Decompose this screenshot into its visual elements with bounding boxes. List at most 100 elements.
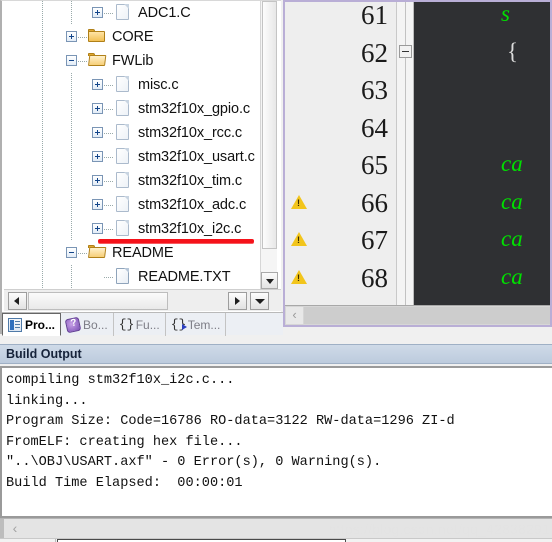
tree-item-readme[interactable]: README [4,241,262,265]
project-icon [8,317,22,332]
code-line: ca [501,151,523,176]
tree-item-label: stm32f10x_i2c.c [138,221,242,237]
tree-guide-line [71,193,72,217]
tree-guide-line [104,181,114,182]
tree-item-stm32f10x-gpio-c[interactable]: stm32f10x_gpio.c [4,97,262,121]
line-number: 65 [361,150,388,180]
tree-item-misc-c[interactable]: misc.c [4,73,262,97]
tree-guide-line [71,97,72,121]
fold-collapse-icon[interactable] [399,44,412,58]
tree-item-label: ADC1.C [138,5,191,21]
project-tree-vertical-scrollbar[interactable] [260,1,278,289]
chevron-down-icon[interactable] [250,292,269,310]
project-tree-horizontal-scrollbar[interactable] [4,289,281,311]
folder-open-icon [88,245,107,259]
scroll-left-arrow-icon[interactable] [8,292,27,310]
line-number: 63 [361,75,388,105]
panel-tab-tem[interactable]: {} Tem... [166,313,227,336]
project-panel: ADC1.C CORE FWLib misc.c stm32f10x_gpio.c stm… [0,0,283,336]
tree-item-stm32f10x-rcc-c[interactable]: stm32f10x_rcc.c [4,121,262,145]
build-output-body[interactable]: compiling stm32f10x_i2c.c... linking... Pr… [0,366,552,518]
horizontal-scroll-thumb[interactable] [28,292,168,310]
editor-content[interactable]: 6162636465666768697071 s{cacacacacacaca [285,2,550,305]
panel-tab-label: Bo... [83,317,108,332]
tree-item-label: stm32f10x_adc.c [138,197,247,213]
build-output-horizontal-scrollbar[interactable]: ‹ [0,518,552,538]
file-icon [116,148,129,164]
project-tree[interactable]: ADC1.C CORE FWLib misc.c stm32f10x_gpio.c stm… [4,1,262,289]
scrollbar-rail [0,519,4,538]
panel-tab-fu[interactable]: {} Fu... [114,313,166,336]
panel-tab-pro[interactable]: Pro... [2,313,62,336]
expand-icon[interactable] [92,223,103,234]
editor-fold-strip[interactable] [397,2,414,305]
tree-guide-line [104,277,114,278]
tree-item-fwlib[interactable]: FWLib [4,49,262,73]
expand-icon[interactable] [92,199,103,210]
tree-guide-line [71,73,72,97]
project-panel-tabs[interactable]: Pro... Bo... {}Fu...{}Tem... [2,312,283,336]
tree-item-readme-txt[interactable]: README.TXT [4,265,262,289]
warning-icon[interactable] [291,232,307,246]
tree-guide-line [71,265,72,289]
tree-guide-line [104,133,114,134]
editor-gutter: 6162636465666768697071 [285,2,397,305]
tree-guide-line [104,157,114,158]
expand-icon[interactable] [92,151,103,162]
tree-guide-line [42,49,43,73]
template-icon: {} [170,316,187,332]
expand-icon[interactable] [66,31,77,42]
file-icon [116,268,129,284]
vertical-scroll-thumb[interactable] [262,1,277,249]
tree-item-core[interactable]: CORE [4,25,262,49]
line-number: 68 [361,262,388,293]
expand-icon[interactable] [92,175,103,186]
editor-horizontal-scrollbar[interactable]: ‹ [285,305,550,325]
code-line: ca [501,188,523,214]
warning-icon[interactable] [291,269,307,284]
expand-icon[interactable] [92,7,103,18]
build-output-line: FromELF: creating hex file... [6,434,243,450]
file-icon [116,76,129,92]
expand-icon[interactable] [92,103,103,114]
tree-item-label: FWLib [112,53,154,69]
build-scroll-left-icon[interactable]: ‹ [8,521,22,536]
tree-guide-line [104,205,114,206]
tree-item-adc1-c[interactable]: ADC1.C [4,1,262,25]
tree-item-stm32f10x-adc-c[interactable]: stm32f10x_adc.c [4,193,262,217]
tree-guide-line [42,97,43,121]
tree-item-label: README [112,245,174,261]
tree-guide-line [78,61,88,62]
expand-icon[interactable] [92,127,103,138]
panel-tab-bo[interactable]: Bo... [61,313,114,336]
tree-guide-line [42,241,43,265]
file-icon [116,4,129,20]
editor-scroll-thumb[interactable] [304,307,550,324]
collapse-icon[interactable] [66,55,77,66]
tree-item-stm32f10x-usart-c[interactable]: stm32f10x_usart.c [4,145,262,169]
scroll-right-arrow-icon[interactable] [228,292,247,310]
panel-tab-label: Pro... [25,317,56,332]
file-icon [116,100,129,116]
panel-tab-label: Tem... [187,317,221,332]
tree-guide-line [104,85,114,86]
warning-icon[interactable] [291,194,307,209]
editor-scroll-left-icon[interactable]: ‹ [286,307,303,324]
tree-guide-line [42,193,43,217]
scroll-down-arrow-icon[interactable] [261,272,278,289]
tree-item-stm32f10x-tim-c[interactable]: stm32f10x_tim.c [4,169,262,193]
build-output-line: Program Size: Code=16786 RO-data=3122 RW… [6,414,455,429]
tree-guide-line [78,253,88,254]
folder-icon [88,29,105,43]
code-line: ca [501,226,523,251]
tree-item-stm32f10x-i2c-c[interactable]: stm32f10x_i2c.c [4,217,262,241]
expand-icon[interactable] [92,79,103,90]
build-output-title: Build Output [6,347,82,361]
editor-code-area[interactable]: s{cacacacacacaca [415,2,550,305]
line-number: 66 [361,187,388,218]
build-output-title-bar: Build Output [0,344,552,364]
collapse-icon[interactable] [66,247,77,258]
tree-guide-line [42,217,43,241]
code-line: { [507,38,519,64]
build-output-line: compiling stm32f10x_i2c.c... [6,373,235,388]
